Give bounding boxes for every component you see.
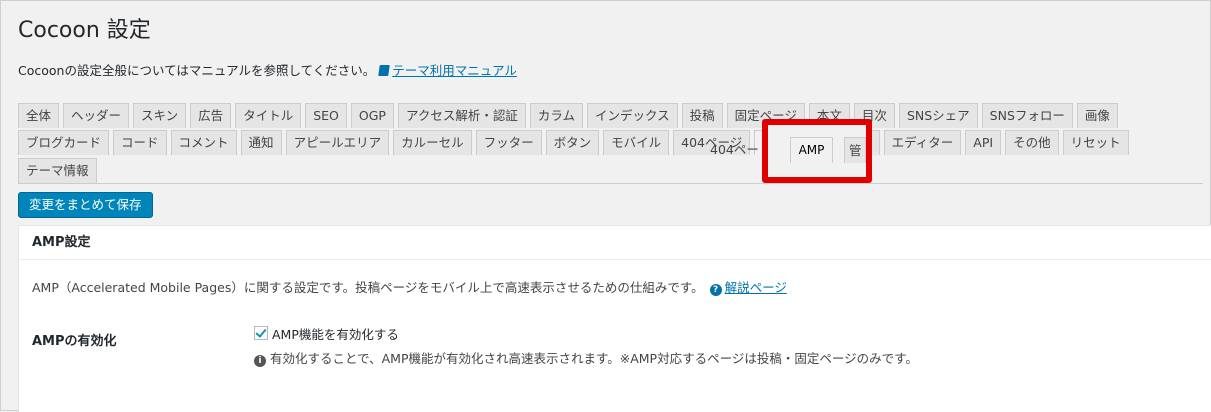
tab-item[interactable]: SEO [305, 103, 347, 128]
tab-item[interactable]: タイトル [235, 103, 302, 128]
tab-item[interactable]: 全体 [18, 103, 60, 128]
settings-tab-bar: 全体 ヘッダー スキン 広告 タイトル SEO OGP アクセス解析・認証 カラム インデックス投… [18, 103, 1203, 184]
tab-item[interactable]: スキン [133, 103, 187, 128]
tab-item[interactable]: カルーセル [393, 130, 472, 155]
tab-item[interactable]: コード [113, 130, 167, 155]
tab-item[interactable]: 固定ページ [726, 103, 805, 128]
tab-item[interactable]: SNSフォロー [981, 103, 1073, 128]
tab-item[interactable]: エディター [883, 130, 962, 155]
tab-item[interactable]: モバイル [603, 130, 670, 155]
tab-item[interactable]: SNSシェア [898, 103, 978, 128]
tab-row-2: ブログカード コード コメント 通知 アピールエリア カルーセル フッター ボタン モバイル 40… [18, 130, 1133, 155]
tab-item[interactable]: カラム [529, 103, 583, 128]
book-icon [378, 65, 390, 76]
tab-item[interactable]: テーマ情報 [18, 158, 97, 183]
save-all-button[interactable]: 変更をまとめて保存 [18, 192, 153, 218]
tab-item[interactable]: AMP [754, 130, 798, 155]
tab-item[interactable]: API [965, 130, 1002, 155]
amp-enable-checkbox[interactable] [254, 326, 268, 340]
tab-item[interactable]: 広告 [190, 103, 232, 128]
intro-label: Cocoonの設定全般についてはマニュアルを参照してください。 [18, 63, 376, 78]
manual-link[interactable]: テーマ利用マニュアル [392, 63, 517, 78]
tab-item[interactable]: 404ページ [673, 130, 751, 155]
intro-text: Cocoonの設定全般についてはマニュアルを参照してください。 テーマ利用マニュア… [18, 60, 517, 79]
tab-item[interactable]: インデックス [586, 103, 678, 128]
tab-item[interactable]: OGP [350, 103, 394, 128]
amp-enable-note: i 有効化することで、AMP機能が有効化され高速表示されます。※AMP対応するペー… [254, 348, 918, 367]
tab-item[interactable]: アピールエリア [285, 130, 390, 155]
description-text: AMP（Accelerated Mobile Pages）に関する設定です。投稿… [32, 280, 704, 295]
amp-enable-label: AMPの有効化 [32, 334, 117, 349]
tab-item[interactable]: コメント [170, 130, 237, 155]
tab-item[interactable]: 目次 [853, 103, 895, 128]
amp-enable-checkbox-label[interactable]: AMP機能を有効化する [272, 324, 399, 343]
tab-item[interactable]: 投稿 [681, 103, 723, 128]
info-circle-icon: i [254, 355, 266, 367]
tab-item[interactable]: ブログカード [18, 130, 110, 155]
tab-item[interactable]: アクセス解析・認証 [397, 103, 526, 128]
question-circle-icon: ? [709, 284, 722, 296]
tab-item[interactable]: その他 [1005, 130, 1059, 155]
tab-item[interactable]: リセット [1062, 130, 1129, 155]
tab-item[interactable]: ボタン [545, 130, 600, 155]
tab-row-1: 全体 ヘッダー スキン 広告 タイトル SEO OGP アクセス解析・認証 カラム インデックス投… [18, 103, 1122, 128]
tab-item[interactable]: ヘッダー [63, 103, 130, 128]
tab-item[interactable]: 画像 [1076, 103, 1118, 128]
help-page-link[interactable]: 解説ページ [725, 280, 787, 295]
panel-title: AMP設定 [19, 226, 1211, 260]
panel-description: AMP（Accelerated Mobile Pages）に関する設定です。投稿… [32, 277, 787, 296]
tab-row-3: テーマ情報 [18, 158, 101, 183]
tab-item[interactable]: フッター [475, 130, 542, 155]
page-title: Cocoon 設定 [18, 18, 151, 43]
tab-item[interactable]: 管理者画面 [801, 130, 880, 155]
note-text: 有効化することで、AMP機能が有効化され高速表示されます。※AMP対応するページ… [270, 351, 918, 366]
amp-settings-panel: AMP設定 AMP（Accelerated Mobile Pages）に関する設… [18, 225, 1211, 412]
tab-item[interactable]: 本文 [808, 103, 850, 128]
tab-item[interactable]: 通知 [240, 130, 282, 155]
